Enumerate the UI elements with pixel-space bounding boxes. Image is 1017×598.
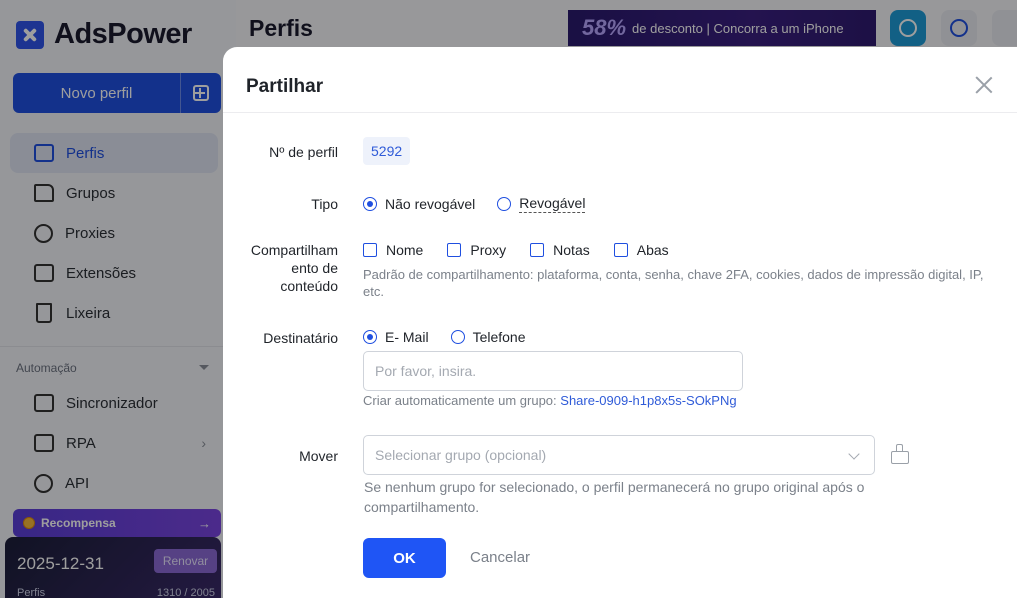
content-sharing-label-line: ento de xyxy=(291,260,338,276)
ok-button[interactable]: OK xyxy=(363,538,446,578)
dialog-title: Partilhar xyxy=(246,76,324,97)
move-hint: Se nenhum grupo for selecionado, o perfi… xyxy=(364,479,865,515)
type-radio-group: Não revogável Revogável xyxy=(363,195,607,213)
radio-selected-icon xyxy=(363,330,377,344)
checkbox-label: Abas xyxy=(636,242,669,258)
checkbox-icon xyxy=(530,243,545,257)
auto-group-text: Criar automaticamente um grupo: xyxy=(363,393,557,408)
checkbox-icon xyxy=(613,243,628,257)
checkbox-label: Proxy xyxy=(470,242,507,258)
content-sharing-label: Compartilham ento de conteúdo xyxy=(238,241,338,295)
radio-unselected-icon xyxy=(497,197,512,211)
close-icon[interactable] xyxy=(975,76,993,94)
radio-label: Revogável xyxy=(519,195,586,213)
checkbox-notas[interactable]: Notas xyxy=(530,242,590,258)
checkbox-label: Nome xyxy=(386,242,424,258)
recipient-radio-group: E- Mail Telefone xyxy=(363,329,548,345)
recipient-label: Destinatário xyxy=(263,330,338,346)
radio-label: Não revogável xyxy=(385,196,476,212)
profile-number-badge: 5292 xyxy=(363,137,411,165)
type-label: Tipo xyxy=(311,196,338,212)
content-sharing-label-line: Compartilham xyxy=(250,242,338,258)
profile-number-label: Nº de perfil xyxy=(269,144,338,160)
radio-nao-revogavel[interactable]: Não revogável xyxy=(363,196,475,212)
radio-telefone[interactable]: Telefone xyxy=(450,329,526,345)
content-sharing-hint: Padrão de compartilhamento: plataforma, … xyxy=(363,267,984,299)
checkbox-icon xyxy=(447,243,462,257)
chevron-down-icon xyxy=(848,448,860,460)
cancel-button[interactable]: Cancelar xyxy=(470,549,530,566)
checkbox-abas[interactable]: Abas xyxy=(613,242,669,258)
group-select-placeholder: Selecionar grupo (opcional) xyxy=(375,447,547,463)
radio-revogavel[interactable]: Revogável xyxy=(497,195,586,213)
content-checkbox-group: Nome Proxy Notas Abas xyxy=(363,242,693,258)
radio-email[interactable]: E- Mail xyxy=(363,329,429,345)
share-dialog: Partilhar Nº de perfil 5292 Tipo Não rev… xyxy=(223,47,1017,598)
content-sharing-label-line: conteúdo xyxy=(280,278,338,294)
move-label: Mover xyxy=(299,448,338,464)
dialog-header: Partilhar xyxy=(223,47,1017,113)
clear-selection-icon[interactable] xyxy=(890,444,909,464)
radio-label: E- Mail xyxy=(385,329,429,345)
radio-selected-icon xyxy=(363,197,377,211)
checkbox-label: Notas xyxy=(553,242,590,258)
radio-unselected-icon xyxy=(450,330,465,344)
radio-label: Telefone xyxy=(472,329,526,345)
auto-group-hint: Criar automaticamente um grupo: Share-09… xyxy=(363,393,737,408)
checkbox-proxy[interactable]: Proxy xyxy=(447,242,506,258)
auto-group-name: Share-0909-h1p8x5s-SOkPNg xyxy=(560,393,737,408)
checkbox-nome[interactable]: Nome xyxy=(363,242,423,258)
recipient-email-input[interactable] xyxy=(363,351,743,391)
checkbox-icon xyxy=(363,243,377,257)
group-select[interactable]: Selecionar grupo (opcional) xyxy=(363,435,875,475)
